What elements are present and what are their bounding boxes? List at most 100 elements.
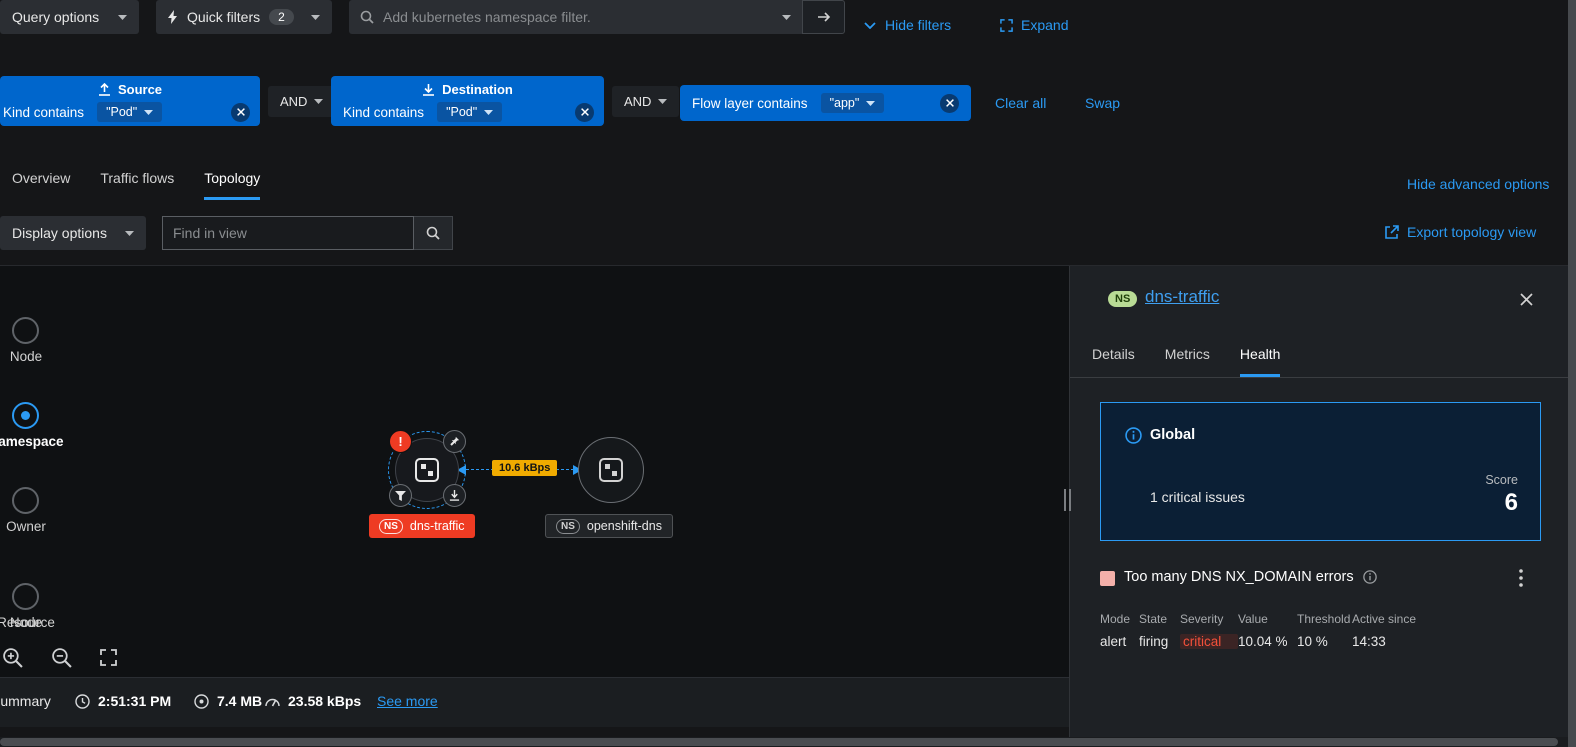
tab-traffic-flows[interactable]: Traffic flows — [100, 170, 174, 200]
namespace-badge: NS — [556, 518, 580, 534]
scope-node-step[interactable] — [12, 583, 39, 610]
global-health-card: Global 1 critical issues Score 6 — [1100, 402, 1541, 541]
find-search-button[interactable] — [414, 216, 453, 250]
fit-to-screen-button[interactable] — [100, 649, 117, 666]
remove-flow-layer-filter-button[interactable] — [940, 93, 959, 113]
source-value-chip[interactable]: "Pod" — [97, 102, 163, 122]
clock-icon — [75, 693, 90, 709]
source-field-label: Kind contains — [3, 104, 85, 120]
flow-layer-field-label: Flow layer contains — [692, 95, 808, 111]
quick-filters-dropdown[interactable]: Quick filters 2 — [156, 0, 332, 34]
arrow-down-icon — [449, 490, 460, 501]
summary-label: Summary — [0, 693, 51, 709]
find-in-view-input[interactable] — [162, 216, 414, 250]
vertical-scrollbar[interactable] — [1568, 0, 1576, 747]
scope-resource-label: Resource — [0, 615, 55, 630]
remove-source-filter-button[interactable] — [231, 102, 250, 122]
hide-advanced-options-link[interactable]: Hide advanced options — [1407, 176, 1549, 192]
export-topology-link[interactable]: Export topology view — [1384, 224, 1536, 240]
node-label-dns-traffic[interactable]: NS dns-traffic — [369, 514, 475, 538]
throughput-rate-value: 23.58 kBps — [288, 693, 362, 709]
side-panel: NS dns-traffic Details Metrics Health Gl… — [1070, 266, 1568, 747]
scope-node-label: Node — [9, 349, 43, 364]
panel-resize-handle[interactable] — [1064, 489, 1071, 511]
apply-filter-button[interactable] — [802, 0, 845, 34]
col-severity: Severity — [1180, 612, 1224, 626]
edge-rate-label[interactable]: 10.6 kBps — [492, 460, 558, 476]
panel-title-link[interactable]: dns-traffic — [1145, 287, 1219, 307]
tab-details[interactable]: Details — [1092, 346, 1135, 377]
see-more-link[interactable]: See more — [377, 693, 438, 709]
alert-table-row: alert firing critical 10.04 % 10 % 14:33 — [1100, 634, 1442, 649]
and-operator-dropdown-2[interactable]: AND — [612, 86, 680, 117]
node-step-into-badge[interactable] — [443, 484, 466, 507]
node-alert-badge[interactable]: ! — [389, 430, 412, 453]
alert-severity: critical — [1180, 634, 1238, 649]
destination-group-title: Destination — [442, 82, 513, 97]
view-tabs: Overview Traffic flows Topology — [12, 170, 261, 200]
col-mode: Mode — [1100, 612, 1131, 626]
caret-down-icon[interactable] — [782, 14, 791, 20]
caret-down-icon — [658, 99, 668, 104]
info-icon[interactable] — [1362, 570, 1377, 584]
scope-owner-label: Owner — [6, 519, 46, 534]
clear-all-filters-link[interactable]: Clear all — [995, 95, 1046, 111]
export-label: Export topology view — [1407, 224, 1537, 240]
namespace-icon — [412, 455, 442, 485]
close-panel-button[interactable] — [1520, 293, 1533, 306]
scope-namespace-label: Namespace — [0, 434, 64, 449]
speedometer-icon — [264, 694, 280, 708]
and-label: AND — [280, 94, 308, 109]
and-label: AND — [624, 94, 652, 109]
exclamation-icon: ! — [398, 434, 403, 449]
display-options-dropdown[interactable]: Display options — [0, 216, 146, 250]
node-label-openshift-dns[interactable]: NS openshift-dns — [545, 514, 673, 538]
namespace-filter-input[interactable] — [383, 9, 773, 25]
scope-owner-step[interactable] — [12, 487, 39, 514]
severity-swatch — [1100, 571, 1115, 586]
tab-health[interactable]: Health — [1239, 346, 1281, 377]
alert-title-row: Too many DNS NX_DOMAIN errors — [1124, 569, 1377, 585]
node-pin-badge[interactable] — [443, 430, 466, 453]
kebab-menu-button[interactable] — [1513, 567, 1529, 589]
tab-overview[interactable]: Overview — [12, 170, 70, 200]
info-icon — [1125, 427, 1142, 444]
remove-destination-filter-button[interactable] — [575, 102, 594, 122]
swap-filters-link[interactable]: Swap — [1085, 95, 1120, 111]
namespace-filter-search[interactable] — [349, 0, 802, 34]
capture-time-value: 2:51:31 PM — [98, 693, 172, 709]
quick-filters-label: Quick filters — [187, 9, 261, 25]
tab-metrics[interactable]: Metrics — [1165, 346, 1210, 377]
flow-layer-value-chip[interactable]: "app" — [820, 93, 885, 113]
scope-namespace-step[interactable] — [12, 402, 39, 429]
query-options-dropdown[interactable]: Query options — [0, 0, 139, 34]
namespace-icon — [596, 455, 626, 485]
flow-layer-value: "app" — [829, 96, 860, 110]
and-operator-dropdown-1[interactable]: AND — [268, 86, 336, 117]
alert-mode: alert — [1100, 634, 1127, 649]
score-label: Score — [1485, 473, 1518, 487]
source-filter-group: Source Kind contains "Pod" — [0, 76, 260, 126]
quick-filters-count-badge: 2 — [269, 9, 294, 25]
zoom-out-button[interactable] — [51, 647, 72, 668]
caret-down-icon — [311, 14, 320, 20]
zoom-in-button[interactable] — [2, 647, 23, 668]
node-openshift-dns[interactable] — [578, 437, 644, 503]
horizontal-scrollbar[interactable] — [0, 737, 1568, 747]
scope-node-step[interactable] — [12, 317, 39, 344]
alert-title: Too many DNS NX_DOMAIN errors — [1124, 569, 1354, 585]
destination-icon — [422, 83, 435, 96]
tab-topology[interactable]: Topology — [204, 170, 261, 200]
expand-icon — [1000, 18, 1013, 32]
query-options-label: Query options — [12, 9, 100, 25]
chevron-down-icon — [864, 21, 876, 29]
score-block: Score 6 — [1485, 473, 1518, 517]
destination-value-chip[interactable]: "Pod" — [437, 102, 503, 122]
namespace-badge: NS — [379, 518, 403, 534]
destination-filter-group: Destination Kind contains "Pod" — [331, 76, 604, 126]
total-bytes: 7.4 MB — [194, 693, 262, 709]
node-filter-badge[interactable] — [389, 484, 412, 507]
caret-down-icon — [866, 100, 876, 106]
expand-link[interactable]: Expand — [1000, 17, 1068, 33]
hide-filters-link[interactable]: Hide filters — [864, 17, 951, 33]
